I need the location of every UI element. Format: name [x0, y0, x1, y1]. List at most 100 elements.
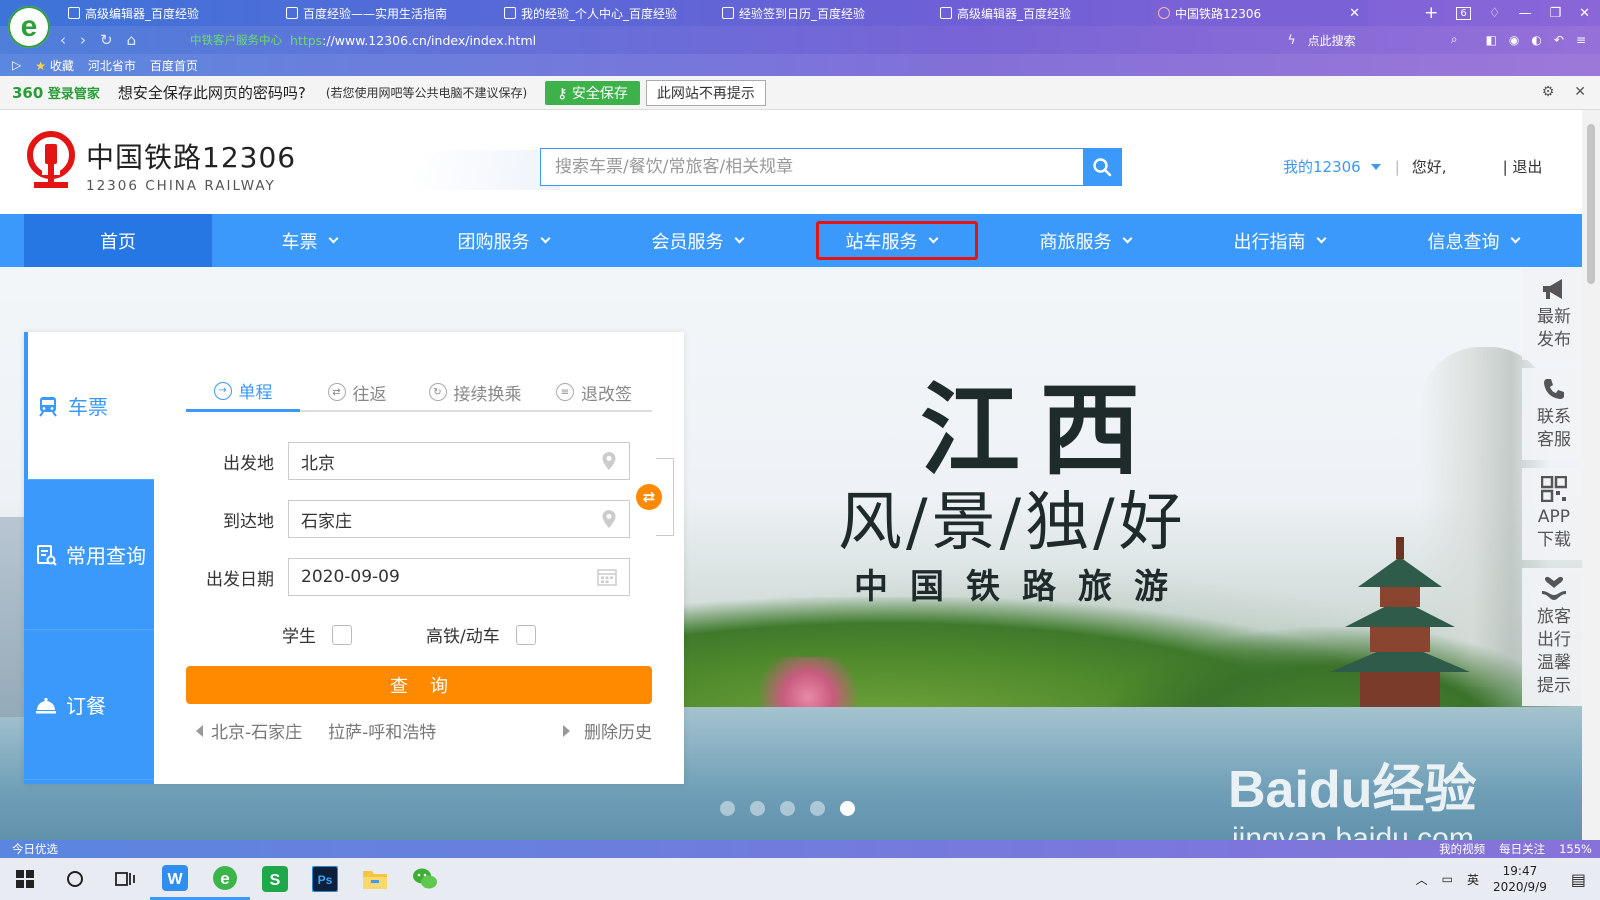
- bookmark-hebei[interactable]: 河北省市: [88, 57, 136, 74]
- notification-icon[interactable]: ▤: [1571, 870, 1586, 889]
- zoom-level[interactable]: 155%: [1559, 842, 1592, 856]
- browser-tab-bar: 高级编辑器_百度经验 百度经验——实用生活指南 我的经验_个人中心_百度经验 经验签到…: [0, 0, 1600, 26]
- clock[interactable]: 19:47 2020/9/9: [1493, 863, 1547, 895]
- nav-item[interactable]: 出行指南: [1182, 214, 1376, 267]
- logout-link[interactable]: | 退出: [1503, 156, 1543, 177]
- tab-transfer[interactable]: ↻ 接续换乘: [414, 372, 536, 412]
- my-video-link[interactable]: 我的视频: [1439, 841, 1485, 857]
- browser-tab[interactable]: 经验签到日历_百度经验: [714, 0, 932, 26]
- cortana-search-icon[interactable]: [50, 858, 100, 900]
- settings-gear-icon[interactable]: ⚙: [1542, 84, 1555, 100]
- safe-save-button[interactable]: ⚷ 安全保存: [545, 80, 640, 105]
- close-window-button[interactable]: ✕: [1579, 6, 1590, 21]
- file-explorer-icon[interactable]: [350, 858, 400, 900]
- nav-item[interactable]: 信息查询: [1376, 214, 1570, 267]
- app-download-button[interactable]: APP下载: [1522, 468, 1586, 560]
- nav-item[interactable]: 车票: [212, 214, 406, 267]
- task-view-icon[interactable]: [100, 858, 150, 900]
- tab-round-trip[interactable]: ⇄ 往返: [300, 372, 414, 412]
- browser-tab[interactable]: 百度经验——实用生活指南: [278, 0, 496, 26]
- carousel-dot[interactable]: [840, 801, 855, 816]
- minimize-button[interactable]: —: [1518, 6, 1531, 21]
- shirt-icon[interactable]: ♢: [1489, 6, 1501, 21]
- from-input[interactable]: 北京: [288, 442, 630, 480]
- browser-tab[interactable]: 我的经验_个人中心_百度经验: [496, 0, 714, 26]
- browser-logo[interactable]: e: [8, 6, 50, 48]
- history-prev-icon[interactable]: [196, 724, 203, 737]
- student-checkbox[interactable]: [332, 624, 352, 645]
- delete-history-link[interactable]: 删除历史: [584, 718, 652, 743]
- lightning-icon[interactable]: ϟ: [1288, 33, 1296, 47]
- close-bar-icon[interactable]: ✕: [1574, 84, 1586, 100]
- wechat-icon[interactable]: [400, 858, 450, 900]
- side-tab-tickets[interactable]: 车票: [24, 332, 154, 480]
- carousel-dot[interactable]: [780, 801, 795, 816]
- my12306-link[interactable]: 我的12306: [1283, 156, 1361, 177]
- nav-item[interactable]: 首页: [24, 214, 212, 267]
- scrollbar-thumb[interactable]: [1587, 124, 1595, 284]
- swap-stations-button[interactable]: ⇄: [636, 484, 662, 510]
- home-icon[interactable]: ⌂: [127, 31, 137, 49]
- undo-icon[interactable]: ↶: [1554, 33, 1564, 47]
- latest-news-button[interactable]: 最新发布: [1522, 268, 1586, 360]
- to-input[interactable]: 石家庄: [288, 500, 630, 538]
- carousel-dot[interactable]: [810, 801, 825, 816]
- back-icon[interactable]: ‹: [60, 31, 66, 49]
- close-tab-icon[interactable]: ✕: [1349, 6, 1360, 21]
- bookmarks-toggle-icon[interactable]: ▷: [12, 58, 21, 72]
- tab-count-badge[interactable]: 6: [1456, 6, 1471, 20]
- nav-item[interactable]: 会员服务: [600, 214, 794, 267]
- chevron-down-icon[interactable]: [1370, 163, 1381, 170]
- nav-item[interactable]: 站车服务: [794, 214, 988, 267]
- bookmark-baidu[interactable]: 百度首页: [150, 57, 198, 74]
- extension-icon-3[interactable]: ◐: [1531, 33, 1541, 47]
- query-button[interactable]: 查询: [186, 666, 652, 704]
- extension-icon-2[interactable]: ◉: [1509, 33, 1519, 47]
- site-search-input[interactable]: [541, 149, 1083, 185]
- wps-writer-icon[interactable]: W: [150, 858, 200, 900]
- 360-browser-icon[interactable]: e: [200, 858, 250, 900]
- never-prompt-button[interactable]: 此网站不再提示: [645, 79, 766, 106]
- carousel-dot[interactable]: [750, 801, 765, 816]
- daily-follow-link[interactable]: 每日关注: [1499, 841, 1545, 857]
- travel-tips-button[interactable]: 旅客出行温馨提示: [1522, 568, 1586, 706]
- nav-item[interactable]: 团购服务: [406, 214, 600, 267]
- browser-tab[interactable]: 高级编辑器_百度经验: [60, 0, 278, 26]
- url-field[interactable]: 中铁客户服务中心 https ://www.12306.cn/index/ind…: [190, 30, 536, 50]
- date-label: 出发日期: [206, 569, 274, 590]
- extension-icon[interactable]: ◧: [1486, 33, 1497, 47]
- svg-text:W: W: [167, 871, 183, 888]
- today-picks[interactable]: 今日优选: [12, 841, 58, 857]
- railway-logo-icon[interactable]: [24, 130, 78, 190]
- photoshop-icon[interactable]: Ps: [300, 858, 350, 900]
- date-input[interactable]: 2020-09-09: [288, 558, 630, 596]
- network-icon[interactable]: ▭: [1442, 872, 1453, 886]
- ime-indicator[interactable]: 英: [1467, 871, 1479, 888]
- forward-icon[interactable]: ›: [80, 31, 86, 49]
- site-logo-text[interactable]: 中国铁路12306 12306 CHINA RAILWAY: [86, 136, 296, 194]
- new-tab-button[interactable]: +: [1424, 3, 1438, 23]
- side-tab-common-query[interactable]: 常用查询: [24, 480, 154, 630]
- tray-expand-icon[interactable]: ︿: [1416, 871, 1428, 888]
- windows-start-icon[interactable]: [0, 858, 50, 900]
- refresh-icon[interactable]: ↻: [100, 31, 113, 49]
- browser-tab[interactable]: 中国铁路12306 ✕: [1150, 0, 1368, 26]
- history-item[interactable]: 北京-石家庄: [211, 718, 302, 743]
- page-scrollbar[interactable]: [1582, 110, 1600, 840]
- nav-item[interactable]: 商旅服务: [988, 214, 1182, 267]
- site-search-button[interactable]: [1083, 149, 1121, 185]
- tab-change-refund[interactable]: ≡ 退改签: [536, 372, 652, 412]
- tab-one-way[interactable]: → 单程: [186, 372, 300, 412]
- maximize-button[interactable]: ❐: [1549, 6, 1561, 21]
- contact-service-button[interactable]: 联系客服: [1522, 368, 1586, 460]
- wps-sheets-icon[interactable]: S: [250, 858, 300, 900]
- browser-tab[interactable]: 高级编辑器_百度经验: [932, 0, 1150, 26]
- menu-icon[interactable]: ≡: [1576, 33, 1586, 47]
- bookmark-favorites[interactable]: ★ 收藏: [35, 57, 74, 74]
- carousel-dot[interactable]: [720, 801, 735, 816]
- side-tab-meal[interactable]: 订餐: [24, 630, 154, 780]
- history-item[interactable]: 拉萨-呼和浩特: [328, 718, 436, 743]
- highspeed-checkbox[interactable]: [515, 624, 536, 645]
- history-next-icon[interactable]: [563, 724, 570, 737]
- browser-search-box[interactable]: 点此搜索 ⌕: [1308, 32, 1458, 49]
